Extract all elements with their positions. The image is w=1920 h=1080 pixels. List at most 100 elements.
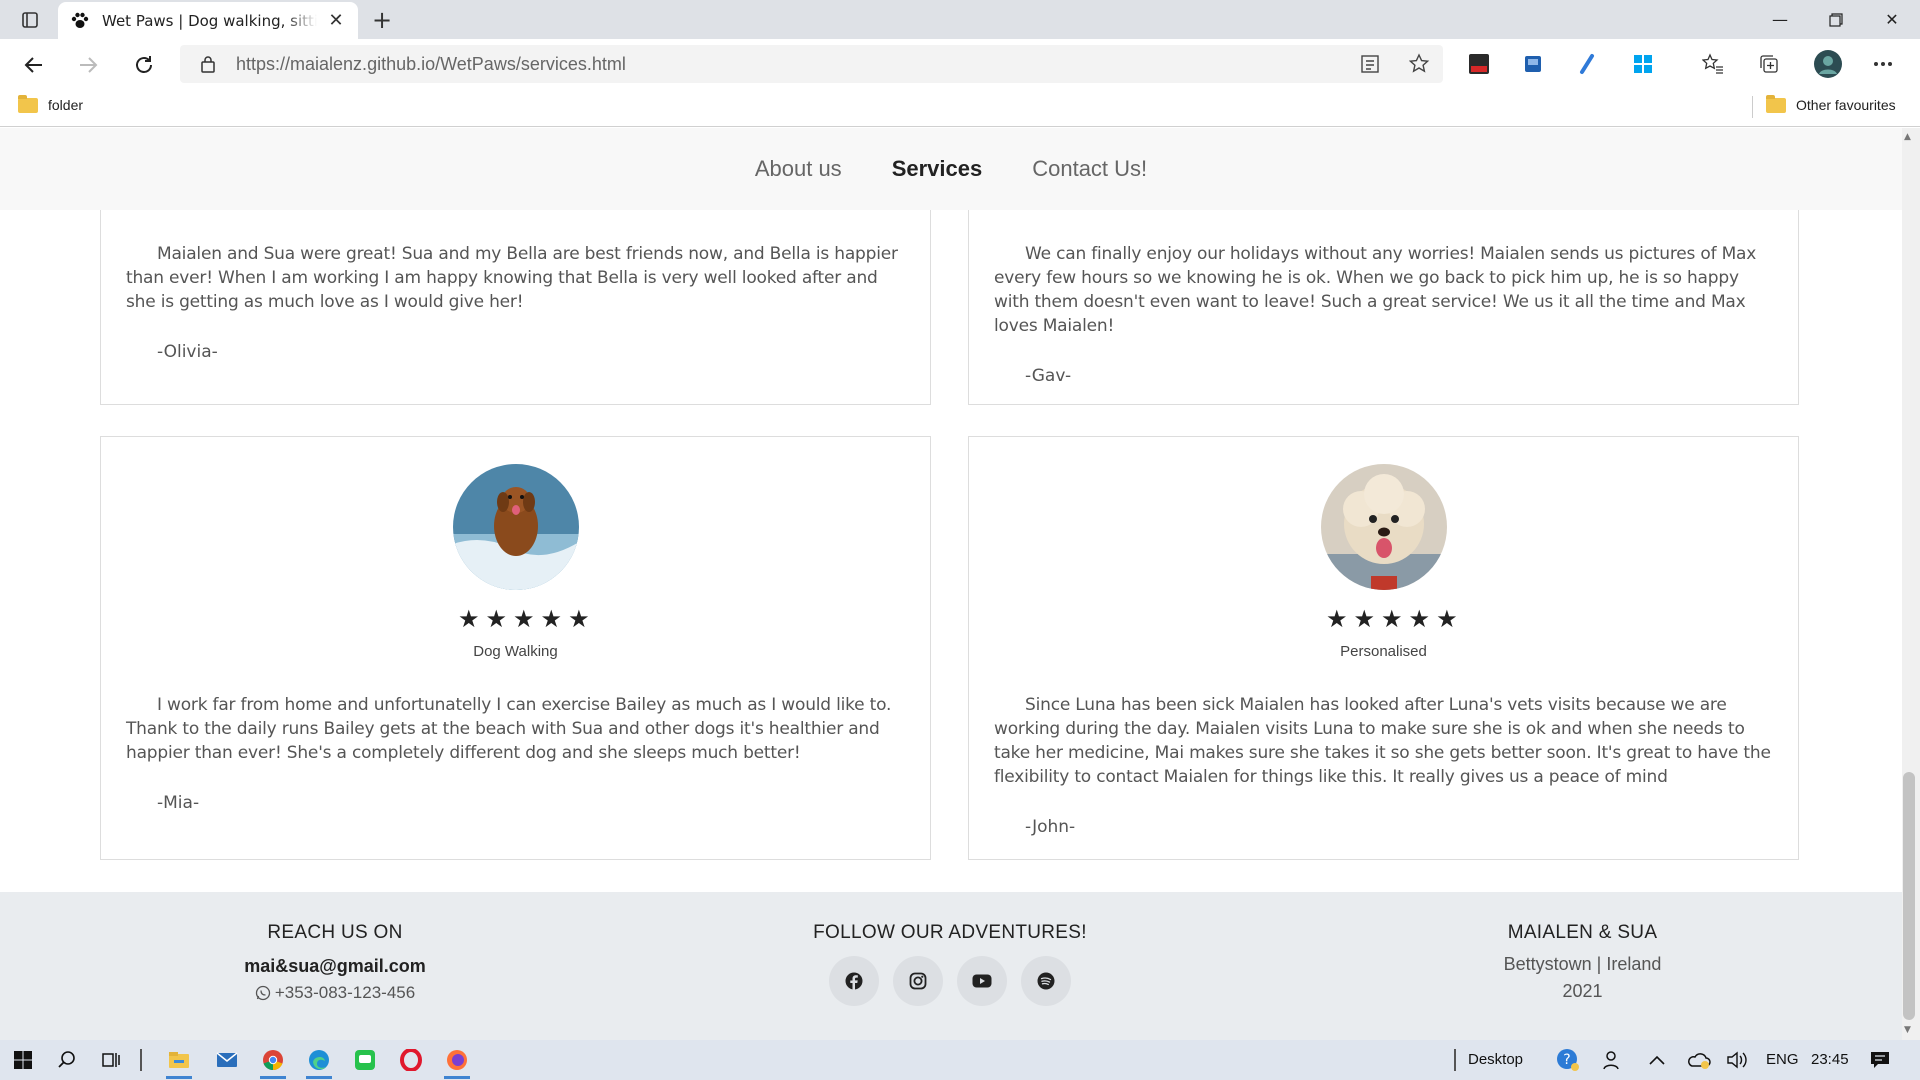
folder-icon xyxy=(18,94,38,113)
extension-icon[interactable] xyxy=(1520,51,1546,77)
review-author: -Olivia- xyxy=(157,342,218,362)
language-indicator[interactable]: ENG xyxy=(1766,1051,1799,1068)
tab-title: Wet Paws | Dog walking, sitting and groo… xyxy=(102,11,317,30)
url-text[interactable]: https://maialenz.github.io/WetPaws/servi… xyxy=(236,54,626,75)
reader-view-icon[interactable] xyxy=(1360,53,1384,75)
youtube-icon[interactable] xyxy=(957,956,1007,1006)
chevron-up-icon[interactable] xyxy=(1642,1046,1672,1074)
facebook-icon[interactable] xyxy=(829,956,879,1006)
close-icon[interactable]: ✕ xyxy=(326,10,346,31)
spotify-icon[interactable] xyxy=(1021,956,1071,1006)
follow-column: FOLLOW OUR ADVENTURES! xyxy=(780,922,1120,1006)
phone-line: +353-083-123-456 xyxy=(200,983,470,1003)
rating-stars: ★ ★ ★ ★ ★ xyxy=(1326,607,1458,631)
nav-services[interactable]: Services xyxy=(892,156,983,182)
star-icon: ★ xyxy=(1408,605,1431,633)
browser-tab[interactable]: Wet Paws | Dog walking, sitting and groo… xyxy=(58,2,358,39)
chat-app-icon[interactable] xyxy=(350,1046,380,1074)
review-text: I work far from home and unfortunatelly … xyxy=(126,695,892,763)
paw-icon xyxy=(70,10,92,32)
review-text: Since Luna has been sick Maialen has loo… xyxy=(994,695,1771,787)
phone-number[interactable]: +353-083-123-456 xyxy=(275,983,415,1003)
bookmark-folder[interactable]: folder xyxy=(18,94,84,113)
windows-icon[interactable] xyxy=(8,1046,38,1074)
site-footer: REACH US ON mai&sua@gmail.com +353-083-1… xyxy=(0,892,1902,1040)
help-icon[interactable]: ? xyxy=(1553,1046,1583,1074)
extension-icon[interactable] xyxy=(1574,51,1600,77)
brand-title: MAIALEN & SUA xyxy=(1507,922,1658,943)
people-icon[interactable] xyxy=(1598,1046,1628,1074)
onedrive-icon[interactable] xyxy=(1684,1046,1714,1074)
scrollbar-thumb[interactable] xyxy=(1903,772,1915,1020)
address-bar[interactable]: https://maialenz.github.io/WetPaws/servi… xyxy=(180,45,1443,83)
minimize-button[interactable]: — xyxy=(1752,0,1808,39)
chrome-icon[interactable] xyxy=(258,1046,288,1079)
nav-contact[interactable]: Contact Us! xyxy=(1032,156,1147,182)
more-icon[interactable] xyxy=(1870,51,1896,77)
toolbar: https://maialenz.github.io/WetPaws/servi… xyxy=(0,39,1920,89)
scroll-up-arrow[interactable]: ▲ xyxy=(1904,132,1911,142)
firefox-icon[interactable] xyxy=(442,1046,472,1079)
social-links xyxy=(780,956,1120,1006)
star-icon: ★ xyxy=(1353,605,1376,633)
review-text: We can finally enjoy our holidays withou… xyxy=(994,244,1757,336)
review-author: -Mia- xyxy=(157,793,200,813)
star-icon: ★ xyxy=(1436,605,1458,633)
whatsapp-icon xyxy=(255,985,270,1001)
instagram-icon[interactable] xyxy=(893,956,943,1006)
page-viewport[interactable]: About us Services Contact Us! Maialen an… xyxy=(0,128,1902,1040)
review-author: -Gav- xyxy=(1025,366,1072,386)
star-icon: ★ xyxy=(513,605,535,633)
extension-icon[interactable] xyxy=(1466,51,1492,77)
window-close-button[interactable]: ✕ xyxy=(1864,0,1920,39)
tab-actions-button[interactable] xyxy=(14,8,46,32)
other-favourites[interactable]: Other favourites xyxy=(1766,94,1896,113)
task-view-icon[interactable] xyxy=(96,1046,126,1074)
extension-icon[interactable] xyxy=(1630,51,1656,77)
divider xyxy=(1752,96,1753,118)
star-icon: ★ xyxy=(485,605,508,633)
review-author: -John- xyxy=(1025,817,1076,837)
rating-stars: ★ ★ ★ ★ ★ xyxy=(458,607,590,631)
desktop-toolbar[interactable]: Desktop xyxy=(1468,1051,1523,1068)
star-icon[interactable] xyxy=(1408,53,1432,75)
bookmarks-bar: folder Other favourites xyxy=(0,89,1920,127)
back-icon[interactable] xyxy=(18,49,50,81)
star-icon: ★ xyxy=(458,605,480,633)
clock[interactable]: 23:45 xyxy=(1811,1051,1849,1068)
file-explorer-icon[interactable] xyxy=(164,1046,194,1079)
restore-button[interactable] xyxy=(1808,0,1864,39)
bookmark-folder-label: folder xyxy=(48,97,84,113)
reach-us-column: REACH US ON mai&sua@gmail.com +353-083-1… xyxy=(200,922,470,1003)
refresh-icon[interactable] xyxy=(128,49,160,81)
star-icon: ★ xyxy=(540,605,563,633)
forward-icon[interactable] xyxy=(72,49,104,81)
edge-icon[interactable] xyxy=(304,1046,334,1079)
mail-icon[interactable] xyxy=(212,1046,242,1074)
service-name: Personalised xyxy=(1340,643,1427,660)
service-name: Dog Walking xyxy=(473,643,558,660)
folder-icon xyxy=(1766,94,1786,113)
search-icon[interactable] xyxy=(52,1046,82,1074)
plus-icon[interactable]: + xyxy=(368,6,396,34)
location-text: Bettystown | Ireland xyxy=(1503,954,1662,974)
lock-icon[interactable] xyxy=(198,55,218,73)
taskbar: Desktop ? ENG 23:45 xyxy=(0,1040,1920,1080)
opera-icon[interactable] xyxy=(396,1046,426,1074)
avatar[interactable] xyxy=(1812,48,1844,80)
brand-column: MAIALEN & SUA Bettystown | Ireland 2021 xyxy=(1460,922,1705,1002)
favorites-icon[interactable] xyxy=(1700,51,1726,77)
divider xyxy=(1450,1046,1460,1074)
nav-about[interactable]: About us xyxy=(755,156,842,182)
email-link[interactable]: mai&sua@gmail.com xyxy=(200,956,470,977)
year-text: 2021 xyxy=(1562,981,1603,1001)
dog-photo xyxy=(1321,464,1447,590)
follow-title: FOLLOW OUR ADVENTURES! xyxy=(813,922,1087,943)
star-icon: ★ xyxy=(1326,605,1348,633)
collections-icon[interactable] xyxy=(1756,51,1782,77)
star-icon: ★ xyxy=(1381,605,1403,633)
scroll-down-arrow[interactable]: ▼ xyxy=(1904,1025,1911,1035)
notifications-icon[interactable] xyxy=(1865,1046,1895,1074)
volume-icon[interactable] xyxy=(1722,1046,1752,1074)
reach-title: REACH US ON xyxy=(267,922,403,943)
